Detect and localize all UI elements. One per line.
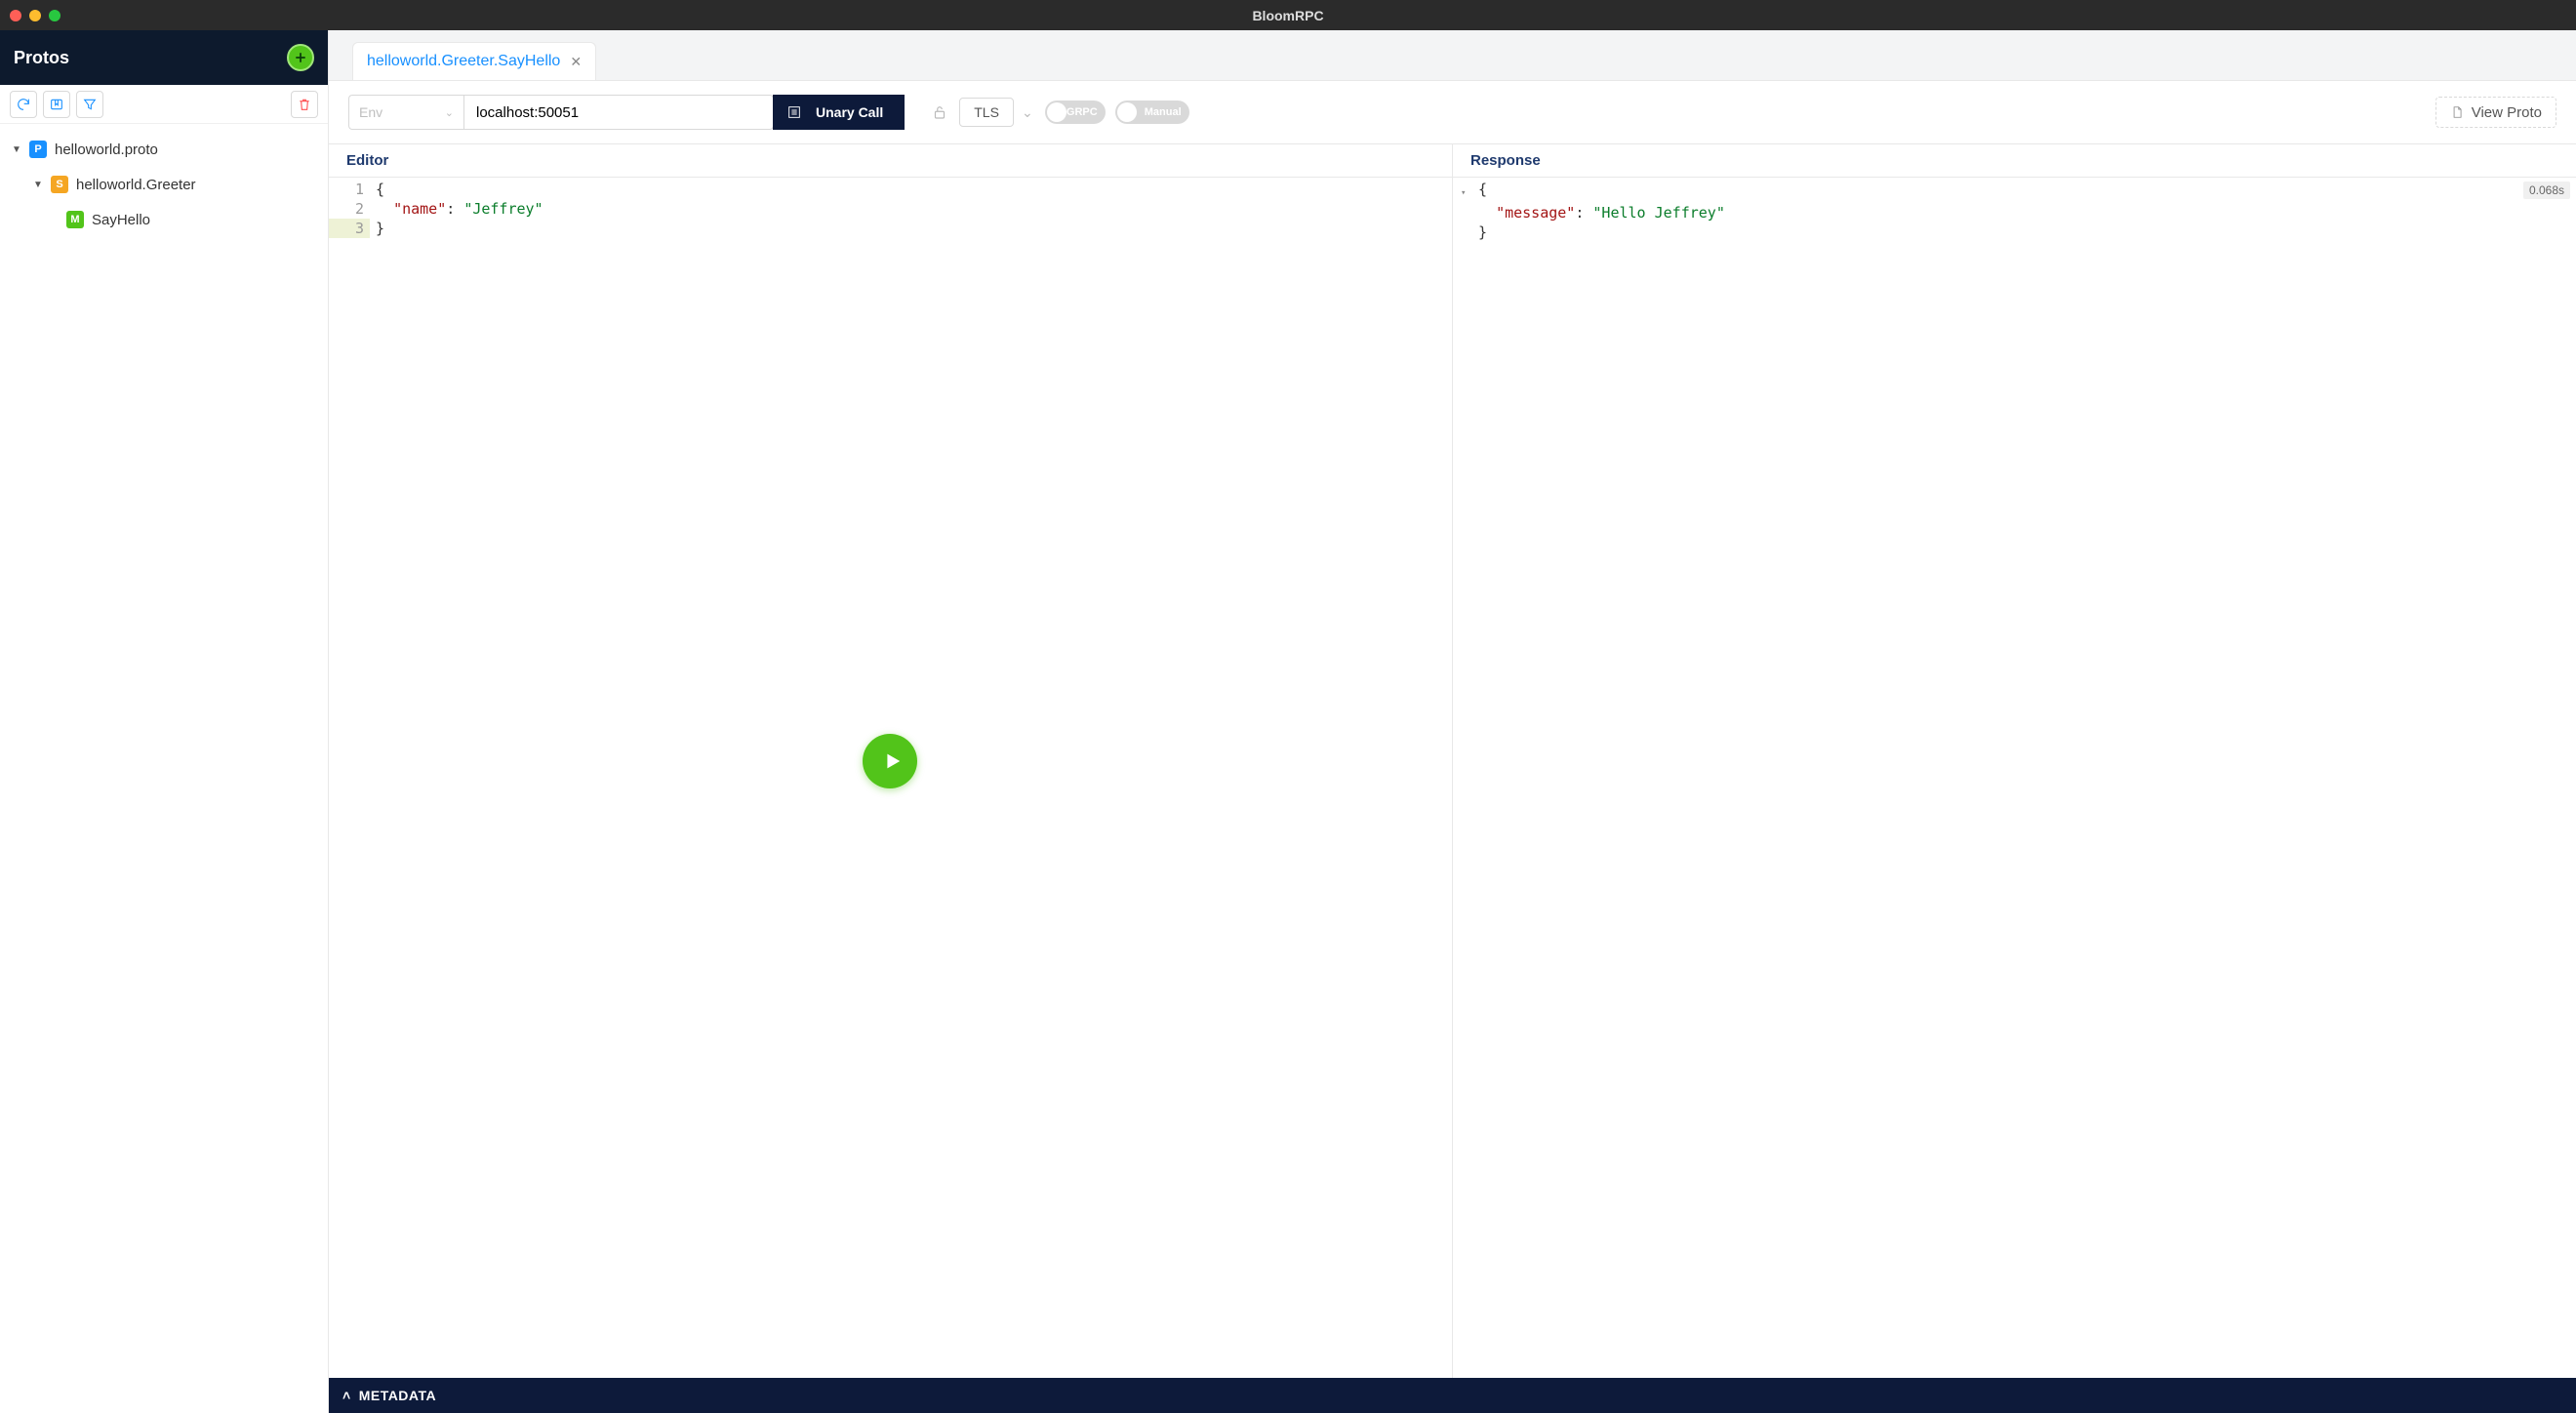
bookmark-folder-icon xyxy=(49,97,64,112)
toggle-grpc-label: GRPC xyxy=(1067,106,1098,118)
manual-toggle[interactable]: Manual xyxy=(1115,101,1189,124)
app-body: Protos ▼ P xyxy=(0,30,2576,1413)
toggle-knob xyxy=(1047,102,1067,122)
file-icon xyxy=(2450,105,2464,119)
line-number: 3 xyxy=(329,219,370,238)
send-request-button[interactable] xyxy=(863,734,917,788)
tree-service-label: helloworld.Greeter xyxy=(76,177,196,193)
caret-icon: ▼ xyxy=(12,144,21,155)
line-number: 2 xyxy=(329,199,370,219)
env-placeholder: Env xyxy=(359,104,382,120)
window-zoom-button[interactable] xyxy=(49,10,60,21)
metadata-bar[interactable]: ˄ METADATA xyxy=(329,1378,2576,1413)
call-type-label: Unary Call xyxy=(816,104,883,120)
tab-close-button[interactable]: ✕ xyxy=(570,55,582,68)
sidebar-toolbar xyxy=(0,85,328,124)
import-paths-button[interactable] xyxy=(43,91,70,118)
sidebar-header: Protos xyxy=(0,30,328,85)
delete-button[interactable] xyxy=(291,91,318,118)
view-proto-label: View Proto xyxy=(2472,104,2542,121)
address-input[interactable] xyxy=(463,95,774,130)
chevron-down-icon: ⌄ xyxy=(445,106,454,119)
env-select[interactable]: Env ⌄ xyxy=(348,95,463,130)
sidebar: Protos ▼ P xyxy=(0,30,329,1413)
call-type-button[interactable]: Unary Call xyxy=(773,95,905,130)
main-column: helloworld.Greeter.SayHello ✕ Env ⌄ Unar… xyxy=(329,30,2576,1413)
method-badge: M xyxy=(66,211,84,228)
window-title: BloomRPC xyxy=(1252,8,1323,23)
metadata-label: METADATA xyxy=(359,1388,436,1403)
caret-icon: ▼ xyxy=(33,180,43,190)
view-proto-button[interactable]: View Proto xyxy=(2435,97,2556,128)
filter-icon xyxy=(82,97,98,112)
service-badge: S xyxy=(51,176,68,193)
request-toolbar: Env ⌄ Unary Call TLS ⌄ GRPC Manual xyxy=(329,81,2576,143)
response-viewer[interactable]: ▾ { "message": "Hello Jeffrey" } xyxy=(1453,178,2576,1378)
list-icon xyxy=(786,104,802,120)
filter-button[interactable] xyxy=(76,91,103,118)
window-close-button[interactable] xyxy=(10,10,21,21)
toggle-manual-label: Manual xyxy=(1145,106,1182,118)
refresh-icon xyxy=(16,97,31,112)
response-header: Response xyxy=(1453,144,2576,178)
grpc-web-toggle[interactable]: GRPC xyxy=(1045,101,1106,124)
tree-service-row[interactable]: ▼ S helloworld.Greeter xyxy=(4,167,324,202)
chevron-up-icon: ˄ xyxy=(342,1388,351,1403)
editor-response-panes: Editor 1 { 2 "name": "Jeffrey" 3 } xyxy=(329,143,2576,1378)
proto-badge: P xyxy=(29,141,47,158)
traffic-lights xyxy=(10,10,60,21)
titlebar: BloomRPC xyxy=(0,0,2576,30)
tls-dropdown-icon[interactable]: ⌄ xyxy=(1022,104,1033,121)
response-pane: Response ▾ { "message": "Hello Jeffrey" … xyxy=(1453,144,2576,1378)
editor-header: Editor xyxy=(329,144,1452,178)
sidebar-title: Protos xyxy=(14,48,69,68)
plus-icon xyxy=(294,51,307,64)
tab-active[interactable]: helloworld.Greeter.SayHello ✕ xyxy=(352,42,596,80)
window-minimize-button[interactable] xyxy=(29,10,41,21)
tab-label: helloworld.Greeter.SayHello xyxy=(367,53,560,70)
toggle-knob xyxy=(1117,102,1137,122)
line-number: 1 xyxy=(329,180,370,199)
tree-method-label: SayHello xyxy=(92,212,150,228)
tls-button[interactable]: TLS xyxy=(959,98,1014,127)
tab-bar: helloworld.Greeter.SayHello ✕ xyxy=(329,30,2576,81)
tree-proto-label: helloworld.proto xyxy=(55,141,158,158)
trash-icon xyxy=(297,97,312,112)
tree-method-row[interactable]: M SayHello xyxy=(4,202,324,237)
refresh-button[interactable] xyxy=(10,91,37,118)
proto-tree: ▼ P helloworld.proto ▼ S helloworld.Gree… xyxy=(0,124,328,1413)
response-timing: 0.068s xyxy=(2523,182,2570,199)
add-proto-button[interactable] xyxy=(287,44,314,71)
lock-icon xyxy=(928,103,951,121)
fold-icon[interactable]: ▾ xyxy=(1461,180,1472,203)
tree-proto-row[interactable]: ▼ P helloworld.proto xyxy=(4,132,324,167)
play-icon xyxy=(881,750,903,772)
